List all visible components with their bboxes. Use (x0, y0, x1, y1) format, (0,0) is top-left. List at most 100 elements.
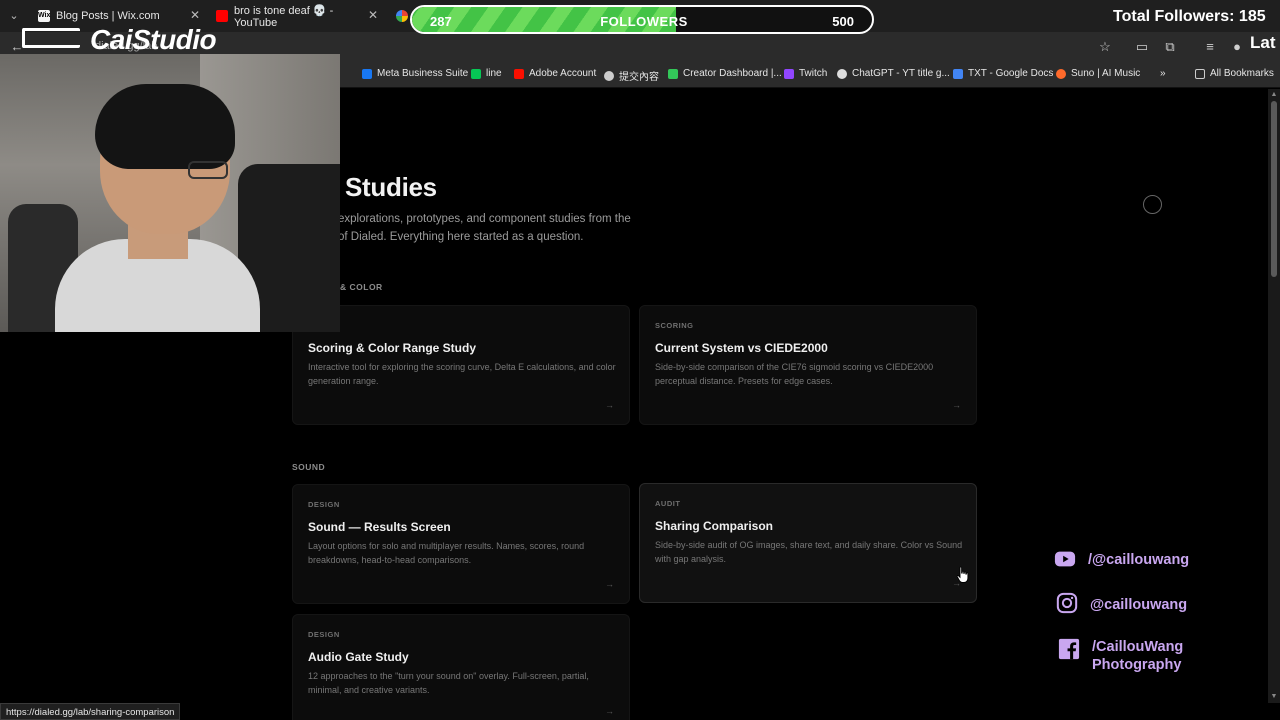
social-handle-line: Photography (1092, 657, 1182, 673)
bookmark-line[interactable]: line (471, 68, 502, 79)
bookmark-label: Meta Business Suite (377, 68, 469, 79)
tab-title: Blog Posts | Wix.com (56, 10, 160, 22)
bookmark-google-docs[interactable]: TXT - Google Docs (953, 68, 1053, 79)
followers-goal-bar: FOLLOWERS 287 500 (410, 5, 874, 34)
scroll-down-icon[interactable]: ▼ (1270, 693, 1278, 701)
bookmark-label: ChatGPT - YT title g... (852, 68, 950, 79)
folder-icon (1195, 68, 1205, 79)
bookmark-meta[interactable]: Meta Business Suite (362, 68, 468, 79)
bookmark-label: 提交內容 (619, 72, 659, 83)
bookmark-submit[interactable]: 提交內容 (604, 68, 659, 83)
arrow-right-icon: → (605, 400, 614, 410)
section-label-color: & COLOR (340, 282, 383, 292)
card-scoring-color-range[interactable]: G Scoring & Color Range Study Interactiv… (292, 305, 630, 425)
close-icon[interactable]: ✕ (190, 8, 200, 22)
profile-icon[interactable]: ● (1230, 40, 1244, 54)
adobe-icon (514, 68, 524, 79)
corner-text: Lat (1250, 33, 1276, 52)
stream-logo: CaiStudio (90, 24, 217, 55)
bookmark-suno[interactable]: Suno | AI Music (1056, 68, 1140, 79)
webcam-feed (0, 54, 340, 332)
bookmark-label: TXT - Google Docs (968, 68, 1054, 79)
bookmark-label: All Bookmarks (1210, 68, 1274, 79)
card-title: Sound — Results Screen (308, 520, 451, 534)
star-icon[interactable]: ☆ (1098, 40, 1112, 54)
social-handle-line: /@caillouwang (1088, 552, 1190, 568)
google-icon (396, 10, 408, 22)
close-icon[interactable]: ✕ (368, 8, 378, 22)
bookmarks-overflow-button[interactable]: » (1160, 68, 1166, 79)
chatgpt-icon (837, 68, 847, 79)
card-tag: DESIGN (308, 630, 340, 639)
arrow-right-icon: → (605, 579, 614, 589)
page-description: explorations, prototypes, and component … (338, 210, 678, 246)
card-description: 12 approaches to the "turn your sound on… (308, 671, 589, 695)
docs-icon (953, 68, 963, 79)
hand-cursor-icon (956, 566, 969, 583)
tiktok-icon (604, 70, 614, 81)
webcam-person (188, 161, 228, 179)
arrow-right-icon: → (605, 706, 614, 716)
bookmark-label: Creator Dashboard |... (683, 68, 782, 79)
bookmark-label: Suno | AI Music (1071, 68, 1141, 79)
bookmark-adobe[interactable]: Adobe Account (514, 68, 596, 79)
social-facebook: /CaillouWang Photography (1058, 638, 1183, 674)
twitch-icon (784, 68, 794, 79)
youtube-icon (216, 10, 228, 22)
page-title: Studies (345, 172, 437, 202)
bookmark-label: Twitch (799, 68, 828, 79)
card-description: Side-by-side comparison of the CIE76 sig… (655, 362, 934, 386)
card-current-vs-ciede2000[interactable]: SCORING Current System vs CIEDE2000 Side… (639, 305, 977, 425)
card-description: Interactive tool for exploring the scori… (308, 362, 616, 386)
scroll-thumb[interactable] (1271, 101, 1277, 277)
logo-mark-icon (22, 28, 80, 48)
card-tag: SCORING (655, 321, 694, 330)
instagram-icon (1056, 592, 1078, 614)
bookmark-twitch[interactable]: Twitch (784, 68, 827, 79)
bookmark-label: Adobe Account (529, 68, 597, 79)
card-title: Sharing Comparison (655, 519, 774, 533)
card-sharing-comparison[interactable]: AUDIT Sharing Comparison Side-by-side au… (639, 483, 977, 603)
social-handle-line: /CaillouWang (1092, 639, 1184, 655)
extensions-icon[interactable]: ⧉ (1163, 40, 1177, 54)
social-instagram: @caillouwang (1056, 592, 1187, 614)
total-followers: Total Followers: 185 (1113, 8, 1266, 25)
social-handle-line: @caillouwang (1090, 597, 1188, 613)
card-title: Audio Gate Study (308, 650, 409, 664)
tab-title: bro is tone deaf 💀 - YouTube (234, 4, 334, 29)
webcam-person (95, 84, 235, 169)
tab-youtube[interactable]: bro is tone deaf 💀 - YouTube ✕ (208, 4, 384, 29)
social-handle: @caillouwang (1090, 592, 1187, 614)
social-handle: /@caillouwang (1088, 548, 1189, 569)
followers-current: 287 (430, 14, 452, 29)
media-icon[interactable]: ≡ (1203, 40, 1217, 54)
loading-spinner-icon (1143, 195, 1162, 214)
status-bar-url: https://dialed.gg/lab/sharing-comparison (0, 703, 181, 720)
card-sound-results-screen[interactable]: DESIGN Sound — Results Screen Layout opt… (292, 484, 630, 604)
arrow-right-icon: → (952, 400, 961, 410)
bookmark-creator-dashboard[interactable]: Creator Dashboard |... (668, 68, 782, 79)
scroll-up-icon[interactable]: ▲ (1270, 91, 1278, 99)
followers-label: FOLLOWERS (600, 14, 688, 29)
bookmark-label: line (486, 68, 502, 79)
card-tag: AUDIT (655, 499, 681, 508)
section-label-sound: SOUND (292, 462, 326, 472)
social-handle: /CaillouWang Photography (1092, 638, 1183, 674)
card-audio-gate-study[interactable]: DESIGN Audio Gate Study 12 approaches to… (292, 614, 630, 720)
description-line: of Dialed. Everything here started as a … (338, 231, 584, 243)
card-tag: DESIGN (308, 500, 340, 509)
youtube-icon (1054, 551, 1076, 567)
bookmark-chatgpt[interactable]: ChatGPT - YT title g... (837, 68, 950, 79)
tab-search-icon[interactable]: ⌄ (6, 8, 22, 24)
wix-icon: Wix (38, 10, 50, 22)
card-title: Scoring & Color Range Study (308, 341, 477, 355)
all-bookmarks-button[interactable]: All Bookmarks (1195, 68, 1274, 79)
meta-icon (362, 68, 372, 79)
suno-icon (1056, 68, 1066, 79)
social-youtube: /@caillouwang (1054, 548, 1189, 570)
cast-icon[interactable]: ▭ (1135, 40, 1149, 54)
card-title: Current System vs CIEDE2000 (655, 341, 828, 355)
page-scrollbar[interactable]: ▲ ▼ (1268, 89, 1280, 703)
card-description: Side-by-side audit of OG images, share t… (655, 540, 963, 564)
description-line: explorations, prototypes, and component … (338, 213, 631, 225)
